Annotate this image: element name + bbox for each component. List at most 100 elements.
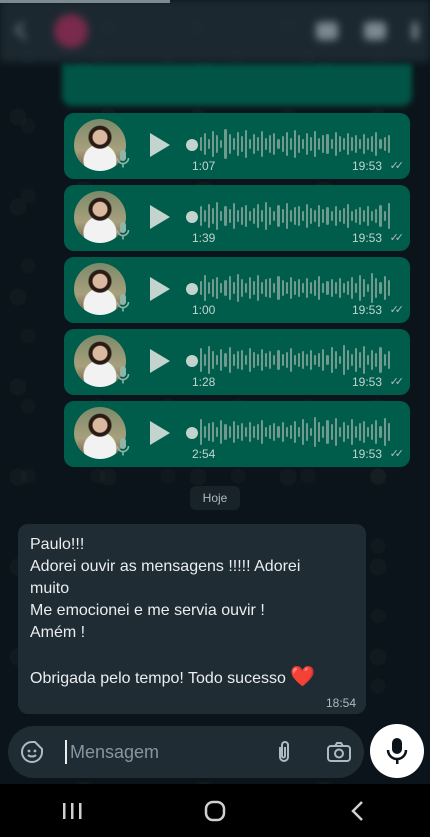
voice-message-bubble[interactable]: 1:39 19:53 ✓✓ <box>64 185 410 251</box>
waveform-bar <box>248 211 252 221</box>
audio-waveform[interactable] <box>200 127 390 161</box>
audio-waveform[interactable] <box>200 199 390 233</box>
play-icon[interactable] <box>150 349 170 373</box>
waveform-bar <box>383 137 386 151</box>
play-icon[interactable] <box>150 277 170 301</box>
audio-waveform[interactable] <box>200 271 390 305</box>
voice-time: 19:53 <box>351 447 382 461</box>
audio-waveform[interactable] <box>200 343 390 377</box>
waveform-bar <box>220 349 223 371</box>
waveform-bar <box>375 278 378 298</box>
voice-duration: 1:28 <box>192 375 216 389</box>
waveform-bar <box>338 427 341 437</box>
play-icon[interactable] <box>150 205 170 229</box>
voice-time: 19:53 <box>351 159 382 173</box>
waveform-bar <box>326 134 329 154</box>
waveform-bar <box>359 423 362 441</box>
waveform-bar <box>371 273 374 303</box>
waveform-bar <box>330 347 333 373</box>
playback-scrubber[interactable] <box>186 427 198 439</box>
waveform-bar <box>363 210 366 222</box>
waveform-bar <box>379 139 382 149</box>
incoming-message-bubble[interactable]: Paulo!!! Adorei ouvir as mensagens !!!!!… <box>18 524 366 714</box>
waveform-bar <box>224 353 227 367</box>
message-input[interactable] <box>70 738 250 766</box>
waveform-bar <box>269 278 272 298</box>
playback-scrubber[interactable] <box>186 139 198 151</box>
waveform-bar <box>208 282 211 294</box>
paperclip-icon[interactable] <box>272 739 296 765</box>
back-icon[interactable] <box>338 791 378 831</box>
waveform-bar <box>261 349 264 371</box>
waveform-bar <box>265 279 268 297</box>
playback-scrubber[interactable] <box>186 355 198 367</box>
playback-scrubber[interactable] <box>186 211 198 223</box>
waveform-bar <box>240 423 243 441</box>
waveform-bar <box>244 205 247 227</box>
recents-icon[interactable] <box>52 791 92 831</box>
menu-icon <box>412 22 418 40</box>
waveform-bar <box>326 207 329 225</box>
waveform-bar <box>379 347 382 373</box>
waveform-bar <box>338 210 341 222</box>
voice-message-bubble[interactable]: 1:28 19:53 ✓✓ <box>64 329 410 395</box>
waveform-bar <box>224 206 227 226</box>
record-voice-button[interactable] <box>370 724 424 778</box>
waveform-bar <box>363 346 366 374</box>
waveform-bar <box>285 352 288 368</box>
waveform-bar <box>281 422 284 442</box>
waveform-bar <box>310 137 313 151</box>
waveform-bar <box>383 211 386 221</box>
waveform-bar <box>301 419 305 445</box>
waveform-bar <box>261 210 264 222</box>
waveform-bar <box>297 135 300 153</box>
waveform-bar <box>354 209 358 223</box>
sticker-icon[interactable] <box>20 740 44 764</box>
waveform-bar <box>293 355 296 365</box>
waveform-bar <box>314 280 317 296</box>
waveform-bar <box>200 137 203 151</box>
waveform-bar <box>297 279 300 297</box>
waveform-bar <box>273 133 276 155</box>
waveform-bar <box>253 426 256 438</box>
waveform-bar <box>314 210 317 222</box>
waveform-bar <box>342 138 345 150</box>
waveform-bar <box>208 204 211 228</box>
waveform-bar <box>232 421 235 443</box>
waveform-bar <box>306 204 309 228</box>
message-composer <box>8 726 364 778</box>
voice-message-bubble[interactable]: 1:07 19:53 ✓✓ <box>64 113 410 179</box>
waveform-bar <box>326 355 329 365</box>
waveform-bar <box>244 130 247 158</box>
waveform-bar <box>216 202 219 230</box>
audio-waveform[interactable] <box>200 415 390 449</box>
voice-mic-icon <box>116 150 130 168</box>
waveform-bar <box>338 136 341 152</box>
camera-icon[interactable] <box>326 740 352 764</box>
waveform-bar <box>297 353 300 367</box>
waveform-bar <box>367 206 370 226</box>
waveform-bar <box>375 209 378 223</box>
waveform-bar <box>359 207 362 225</box>
voice-message-bubble[interactable]: 1:00 19:53 ✓✓ <box>64 257 410 323</box>
playback-scrubber[interactable] <box>186 283 198 295</box>
waveform-bar <box>285 427 288 437</box>
waveform-bar <box>322 426 325 438</box>
waveform-bar <box>269 135 272 153</box>
waveform-bar <box>248 422 252 442</box>
waveform-bar <box>289 277 292 299</box>
waveform-bar <box>289 425 292 439</box>
voice-message-bubble[interactable]: 2:54 19:53 ✓✓ <box>64 401 410 467</box>
chat-header-blurred <box>0 0 430 62</box>
waveform-bar <box>310 350 313 370</box>
waveform-bar <box>383 418 386 446</box>
play-icon[interactable] <box>150 133 170 157</box>
play-icon[interactable] <box>150 421 170 445</box>
waveform-bar <box>354 135 358 153</box>
waveform-bar <box>371 350 374 370</box>
home-icon[interactable] <box>195 791 235 831</box>
waveform-bar <box>273 211 276 221</box>
waveform-bar <box>248 139 252 149</box>
waveform-bar <box>224 129 227 159</box>
waveform-bar <box>387 351 390 369</box>
